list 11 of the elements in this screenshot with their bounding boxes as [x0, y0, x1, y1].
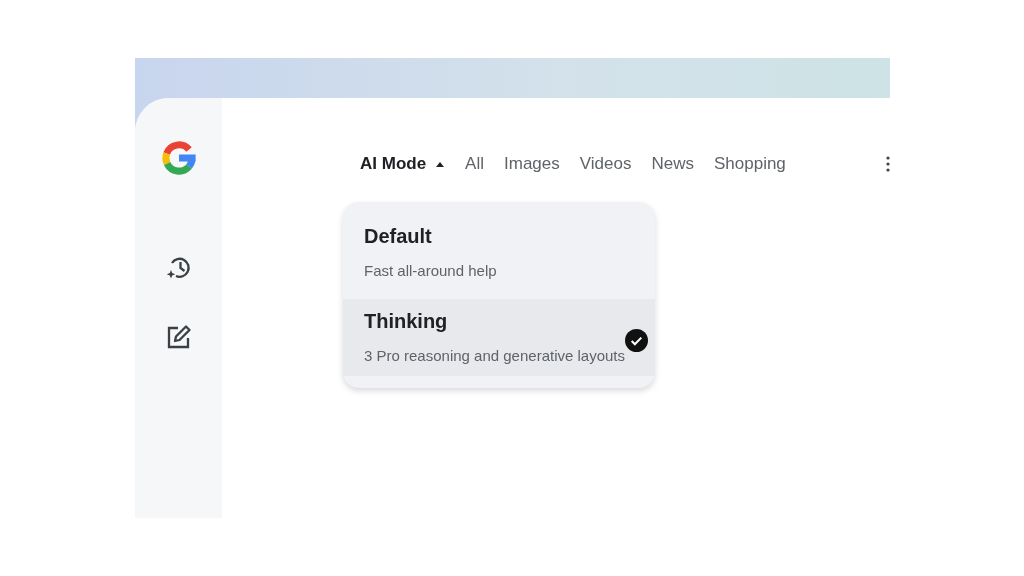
nav-tab[interactable]: AI Mode [360, 154, 427, 174]
check-icon [625, 329, 648, 352]
menu-item[interactable]: Default Fast all-around help [343, 221, 655, 291]
nav-tab[interactable]: All [465, 154, 484, 174]
nav-tab[interactable]: Shopping [713, 154, 786, 174]
more-icon[interactable] [886, 156, 890, 172]
nav-tab[interactable]: Videos [579, 154, 632, 174]
menu-item[interactable]: Thinking 3 Pro reasoning and generative layouts [343, 299, 655, 376]
nav-tab[interactable]: News [651, 154, 694, 174]
nav-tab[interactable]: Images [504, 154, 560, 174]
caret-icon[interactable] [436, 161, 445, 167]
